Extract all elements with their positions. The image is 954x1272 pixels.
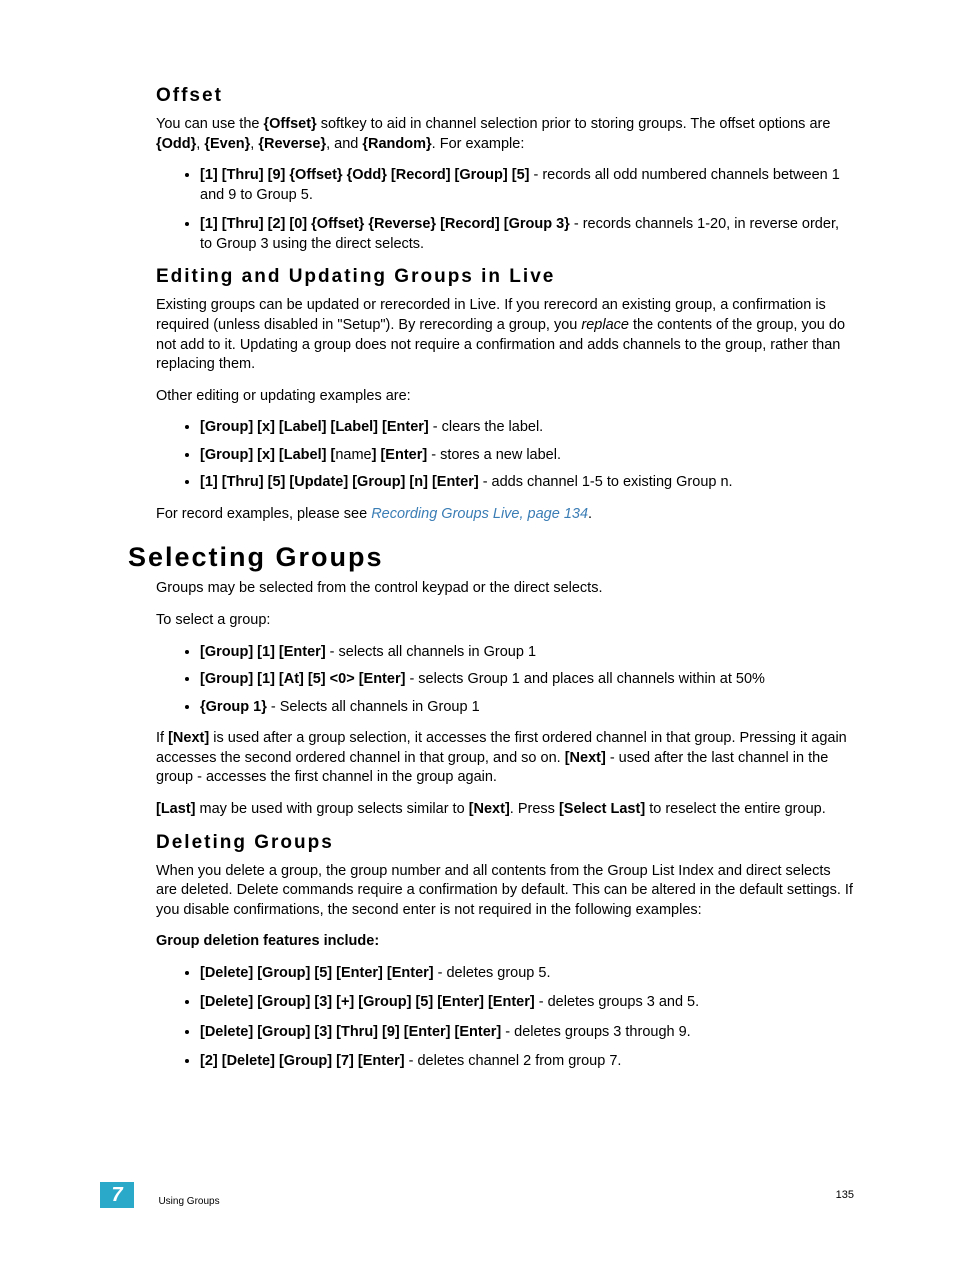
text: For record examples, please see [156, 506, 371, 522]
paragraph-bold: Group deletion features include: [156, 932, 854, 952]
link-recording-groups[interactable]: Recording Groups Live, page 134 [371, 506, 588, 522]
text-bold: [Select Last] [559, 801, 645, 817]
text: - deletes group 5. [434, 965, 551, 981]
text-bold: [Group] [1] [Enter] [200, 644, 326, 660]
heading-offset: Offset [156, 85, 854, 107]
text: . [588, 506, 592, 522]
page-footer: 7 Using Groups 135 [100, 1182, 854, 1210]
text: - Selects all channels in Group 1 [267, 699, 480, 715]
list-item: [Group] [1] [At] [5] <0> [Enter] - selec… [200, 670, 854, 690]
text: - deletes channel 2 from group 7. [405, 1053, 622, 1069]
text-bold: [Delete] [Group] [5] [Enter] [Enter] [200, 965, 434, 981]
text-bold: {Offset} [264, 116, 317, 132]
list-item: [1] [Thru] [5] [Update] [Group] [n] [Ent… [200, 473, 854, 493]
list: [Group] [1] [Enter] - selects all channe… [156, 643, 854, 718]
list: [1] [Thru] [9] {Offset} {Odd} [Record] [… [156, 166, 854, 254]
paragraph: [Last] may be used with group selects si… [156, 800, 854, 820]
heading-selecting-groups: Selecting Groups [128, 542, 854, 573]
text-bold: [1] [Thru] [9] {Offset} {Odd} [Record] [… [200, 167, 529, 183]
text: name [335, 447, 371, 463]
list-item: [2] [Delete] [Group] [7] [Enter] - delet… [200, 1052, 854, 1072]
chapter-number-box: 7 [100, 1182, 134, 1208]
text-bold: [1] [Thru] [5] [Update] [Group] [n] [Ent… [200, 474, 479, 490]
text: - selects Group 1 and places all channel… [405, 671, 764, 687]
text-bold: [Next] [469, 801, 510, 817]
chapter-label: Using Groups [158, 1196, 219, 1208]
paragraph: Groups may be selected from the control … [156, 579, 854, 599]
text-bold: [Next] [168, 730, 209, 746]
text-bold: [Delete] [Group] [3] [+] [Group] [5] [En… [200, 994, 535, 1010]
list-item: [Delete] [Group] [3] [+] [Group] [5] [En… [200, 993, 854, 1013]
list: [Delete] [Group] [5] [Enter] [Enter] - d… [156, 964, 854, 1072]
heading-deleting-groups: Deleting Groups [156, 832, 854, 854]
heading-editing: Editing and Updating Groups in Live [156, 266, 854, 288]
text-bold: [Group] [x] [Label] [Label] [Enter] [200, 419, 429, 435]
text-italic: replace [581, 317, 629, 333]
text: You can use the [156, 116, 264, 132]
text: softkey to aid in channel selection prio… [317, 116, 831, 132]
page-number: 135 [836, 1182, 854, 1208]
text: - deletes groups 3 through 9. [501, 1024, 690, 1040]
text-bold: {Random} [362, 136, 431, 152]
list-item: [Delete] [Group] [5] [Enter] [Enter] - d… [200, 964, 854, 984]
paragraph: For record examples, please see Recordin… [156, 505, 854, 525]
text-bold: [Group] [1] [At] [5] <0> [Enter] [200, 671, 405, 687]
text-bold: {Even} [204, 136, 250, 152]
text-bold: [2] [Delete] [Group] [7] [Enter] [200, 1053, 405, 1069]
paragraph: You can use the {Offset} softkey to aid … [156, 115, 854, 154]
text: . For example: [432, 136, 525, 152]
text: to reselect the entire group. [645, 801, 826, 817]
text: . Press [510, 801, 559, 817]
text: - clears the label. [429, 419, 543, 435]
list-item: [Delete] [Group] [3] [Thru] [9] [Enter] … [200, 1023, 854, 1043]
text: - stores a new label. [427, 447, 561, 463]
text-bold: [Next] [565, 750, 606, 766]
list: [Group] [x] [Label] [Label] [Enter] - cl… [156, 418, 854, 493]
paragraph: When you delete a group, the group numbe… [156, 862, 854, 921]
text: may be used with group selects similar t… [195, 801, 468, 817]
paragraph: Other editing or updating examples are: [156, 387, 854, 407]
text-bold: [Delete] [Group] [3] [Thru] [9] [Enter] … [200, 1024, 501, 1040]
text: - deletes groups 3 and 5. [535, 994, 699, 1010]
list-item: [Group] [x] [Label] [Label] [Enter] - cl… [200, 418, 854, 438]
list-item: [1] [Thru] [9] {Offset} {Odd} [Record] [… [200, 166, 854, 205]
paragraph: Existing groups can be updated or rereco… [156, 296, 854, 374]
text-bold: ] [Enter] [372, 447, 428, 463]
text-bold: [Group] [x] [Label] [ [200, 447, 335, 463]
text-bold: {Odd} [156, 136, 196, 152]
text-bold: [Last] [156, 801, 195, 817]
paragraph: If [Next] is used after a group selectio… [156, 729, 854, 788]
text-bold: {Reverse} [258, 136, 326, 152]
text: - adds channel 1-5 to existing Group n. [479, 474, 733, 490]
list-item: [Group] [x] [Label] [name] [Enter] - sto… [200, 446, 854, 466]
text: - selects all channels in Group 1 [326, 644, 536, 660]
list-item: [Group] [1] [Enter] - selects all channe… [200, 643, 854, 663]
document-page: Offset You can use the {Offset} softkey … [0, 0, 954, 1272]
paragraph: To select a group: [156, 611, 854, 631]
text: If [156, 730, 168, 746]
list-item: [1] [Thru] [2] [0] {Offset} {Reverse} [R… [200, 215, 854, 254]
list-item: {Group 1} - Selects all channels in Grou… [200, 698, 854, 718]
text: , and [326, 136, 362, 152]
text-bold: {Group 1} [200, 699, 267, 715]
text-bold: [1] [Thru] [2] [0] {Offset} {Reverse} [R… [200, 216, 570, 232]
